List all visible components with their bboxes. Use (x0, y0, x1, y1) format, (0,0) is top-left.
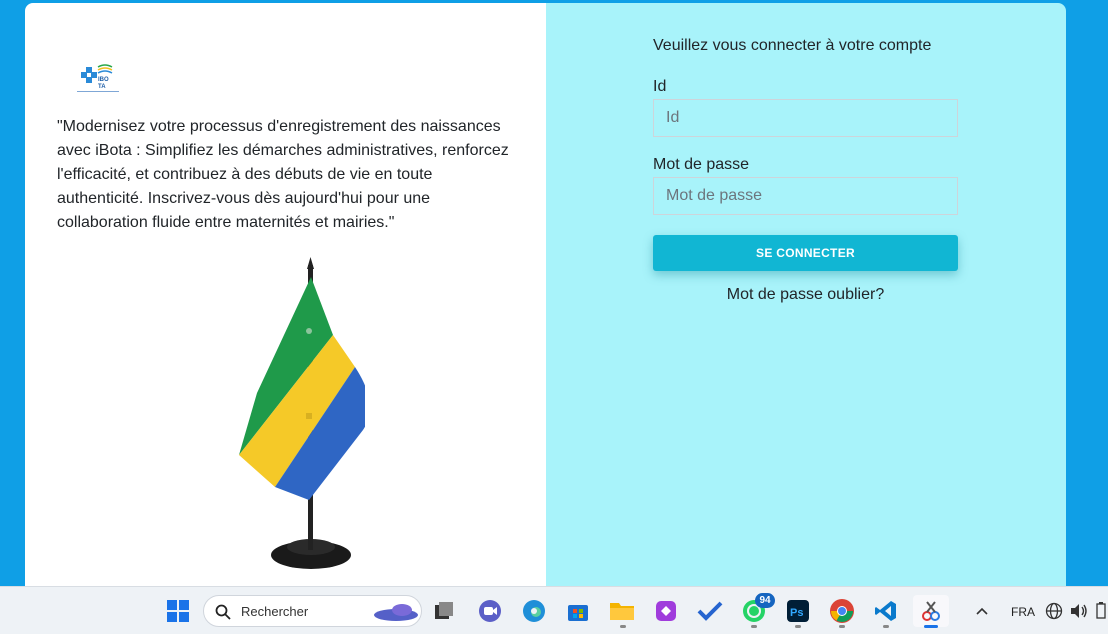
snipping-tool-icon[interactable] (913, 595, 949, 627)
battery-icon[interactable] (1094, 595, 1108, 627)
login-panel: Veuillez vous connecter à votre compte I… (546, 3, 1066, 586)
network-icon[interactable] (1044, 595, 1064, 627)
running-indicator (839, 625, 845, 628)
taskbar-search-box[interactable]: Rechercher (203, 595, 422, 627)
ibota-logo: IBO TA (77, 64, 119, 92)
chevron-up-icon[interactable] (966, 595, 998, 627)
chrome-icon[interactable] (826, 595, 858, 627)
gabon-flag-image (239, 257, 365, 569)
logo-text-top: IBO (98, 77, 109, 83)
search-placeholder: Rechercher (241, 604, 309, 619)
running-indicator (620, 625, 626, 628)
edge-icon[interactable] (518, 595, 550, 627)
password-label: Mot de passe (653, 156, 750, 173)
vscode-icon[interactable] (870, 595, 902, 627)
running-indicator (883, 625, 889, 628)
login-title: Veuillez vous connecter à votre compte (653, 37, 932, 54)
login-card: IBO TA "Modernisez votre processus d'enr… (25, 3, 1066, 586)
task-view-icon[interactable] (428, 595, 460, 627)
id-label: Id (653, 78, 667, 95)
id-input[interactable] (653, 99, 958, 137)
todo-icon[interactable] (694, 595, 726, 627)
intro-panel: IBO TA "Modernisez votre processus d'enr… (25, 3, 546, 586)
search-icon (215, 604, 231, 620)
search-highlight-icon (374, 604, 418, 621)
running-indicator (751, 625, 757, 628)
logo-text-bottom: TA (98, 84, 106, 90)
forgot-password-link[interactable]: Mot de passe oublier? (653, 286, 958, 304)
whatsapp-badge: 94 (755, 593, 775, 608)
login-button[interactable]: SE CONNECTER (653, 235, 958, 271)
svg-text:Ps: Ps (790, 607, 803, 619)
meet-icon[interactable] (474, 595, 506, 627)
language-indicator[interactable]: FRA (1011, 605, 1035, 619)
password-input[interactable] (653, 177, 958, 215)
windows-taskbar: Rechercher Ps FRA (0, 586, 1108, 634)
photoshop-icon[interactable]: Ps (782, 595, 814, 627)
volume-icon[interactable] (1068, 595, 1090, 627)
store-icon[interactable] (562, 595, 594, 627)
start-icon[interactable] (162, 595, 194, 627)
file-explorer-icon[interactable] (606, 595, 638, 627)
running-indicator (795, 625, 801, 628)
intro-quote: "Modernisez votre processus d'enregistre… (57, 118, 509, 231)
active-indicator (924, 625, 938, 628)
app-icon-purple[interactable] (650, 595, 682, 627)
